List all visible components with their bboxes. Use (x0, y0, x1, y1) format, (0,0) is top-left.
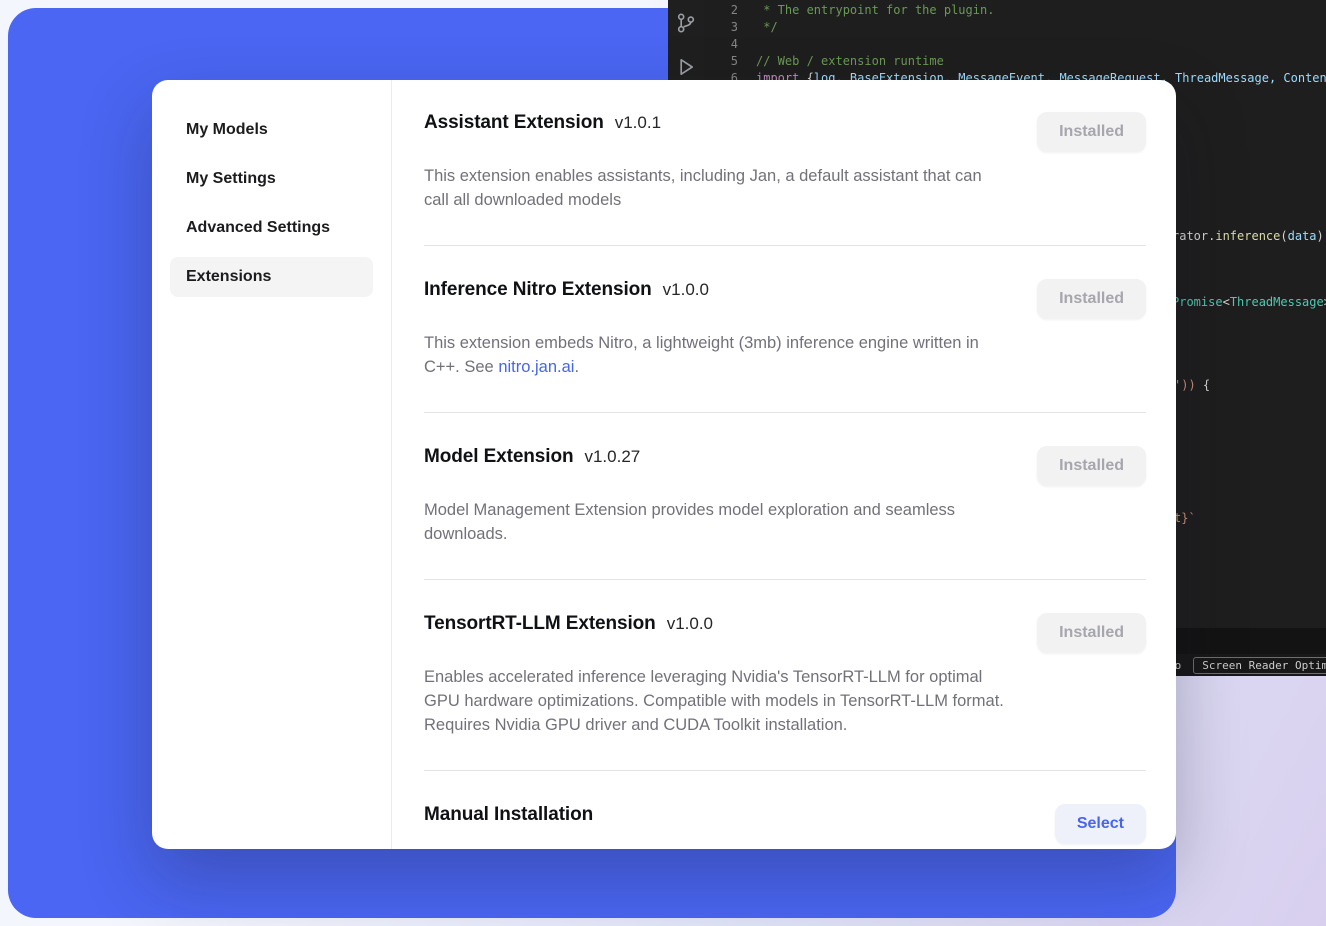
extension-version: v1.0.0 (667, 614, 713, 634)
select-file-button[interactable]: Select (1055, 804, 1146, 844)
code-line: 5 // Web / extension runtime (704, 53, 1326, 70)
extension-description: This extension embeds Nitro, a lightweig… (424, 331, 1009, 379)
line-number: 3 (704, 19, 750, 36)
sidebar-item-my-models[interactable]: My Models (170, 110, 373, 150)
extension-section-tensorrt: TensortRT-LLM Extension v1.0.0 Installed… (424, 580, 1146, 770)
extension-title: TensortRT-LLM Extension (424, 613, 656, 635)
code-fragment: rator.inference(data)); (1172, 228, 1326, 244)
code-line: 2 * The entrypoint for the plugin. (704, 2, 1326, 19)
extension-section-nitro: Inference Nitro Extension v1.0.0 Install… (424, 246, 1146, 412)
code-line: 3 */ (704, 19, 1326, 36)
installed-button[interactable]: Installed (1037, 613, 1146, 653)
editor-code-area: 2 * The entrypoint for the plugin. 3 */ … (704, 2, 1326, 87)
installed-button[interactable]: Installed (1037, 112, 1146, 152)
installed-button[interactable]: Installed (1037, 446, 1146, 486)
manual-installation-section: Manual Installation Select Select an ext… (424, 771, 1146, 849)
nitro-jan-ai-link[interactable]: nitro.jan.ai (498, 358, 574, 376)
extension-description: Model Management Extension provides mode… (424, 498, 1009, 546)
code-text: */ (750, 19, 778, 36)
source-control-icon[interactable] (675, 12, 697, 34)
extension-section-model: Model Extension v1.0.27 Installed Model … (424, 413, 1146, 579)
code-fragment: Promise<ThreadMessage> (1172, 294, 1326, 310)
extension-title: Inference Nitro Extension (424, 279, 652, 301)
code-text: // Web / extension runtime (750, 53, 944, 70)
extension-version: v1.0.1 (615, 113, 661, 133)
extension-description: Enables accelerated inference leveraging… (424, 665, 1009, 737)
settings-sidebar: My Models My Settings Advanced Settings … (152, 80, 392, 849)
section-title: Manual Installation (424, 804, 593, 826)
line-number: 5 (704, 53, 750, 70)
installed-button[interactable]: Installed (1037, 279, 1146, 319)
code-fragment: t}` (1174, 510, 1196, 526)
extension-section-assistant: Assistant Extension v1.0.1 Installed Thi… (424, 112, 1146, 245)
run-debug-icon[interactable] (675, 56, 697, 78)
settings-modal: My Models My Settings Advanced Settings … (152, 80, 1176, 849)
line-number: 4 (704, 36, 750, 53)
extension-version: v1.0.27 (584, 447, 640, 467)
code-line: 4 (704, 36, 1326, 53)
code-text (750, 36, 756, 53)
line-number: 2 (704, 2, 750, 19)
extension-description: This extension enables assistants, inclu… (424, 164, 1009, 212)
sidebar-item-extensions[interactable]: Extensions (170, 257, 373, 297)
extension-title: Assistant Extension (424, 112, 604, 134)
sidebar-item-my-settings[interactable]: My Settings (170, 159, 373, 199)
extension-title: Model Extension (424, 446, 573, 468)
code-fragment: ')) { (1174, 377, 1210, 393)
extension-version: v1.0.0 (663, 280, 709, 300)
extensions-panel: Assistant Extension v1.0.1 Installed Thi… (392, 80, 1176, 849)
screen-reader-chip[interactable]: Screen Reader Optimized (1193, 657, 1326, 674)
code-text: * The entrypoint for the plugin. (750, 2, 994, 19)
sidebar-item-advanced-settings[interactable]: Advanced Settings (170, 208, 373, 248)
